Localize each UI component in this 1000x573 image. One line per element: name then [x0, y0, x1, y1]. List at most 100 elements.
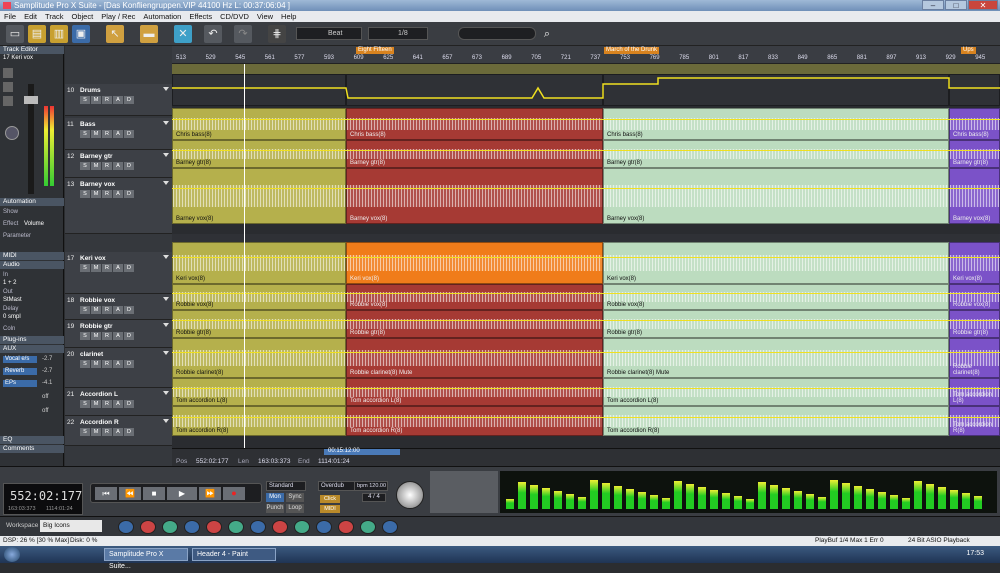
- audio-object[interactable]: Keri vox(8): [603, 242, 949, 284]
- track-editor-header[interactable]: Track Editor: [0, 46, 64, 54]
- track-automation-button[interactable]: A: [113, 190, 123, 198]
- volume-automation-line[interactable]: [172, 150, 1000, 151]
- track-menu-chevron-icon[interactable]: [163, 121, 169, 125]
- pos-value[interactable]: 552:02:177: [196, 458, 229, 465]
- monitor-button[interactable]: Mon: [266, 493, 284, 502]
- eq-header[interactable]: EQ: [0, 436, 64, 444]
- audio-object[interactable]: Robbie gtr(8): [603, 310, 949, 338]
- track-name[interactable]: Bass: [80, 121, 96, 128]
- audio-object[interactable]: Robbie vox(8): [346, 284, 603, 310]
- aux-send-2[interactable]: Reverb: [3, 368, 37, 375]
- track-mute-button[interactable]: M: [91, 400, 101, 408]
- search-icon[interactable]: ⌕: [538, 25, 556, 43]
- audio-object[interactable]: Robbie clarinet(8) Mute: [346, 338, 603, 378]
- track-lane[interactable]: Keri vox(8) Keri vox(8) Keri vox(8) Keri vo…: [172, 242, 1000, 284]
- marker-2[interactable]: March of the Drunk: [604, 47, 660, 54]
- loop-mode-icon[interactable]: [272, 520, 288, 534]
- audio-object[interactable]: Tom accordion R(8): [172, 406, 346, 436]
- midi-header[interactable]: MIDI: [0, 252, 64, 260]
- jog-wheel[interactable]: [396, 481, 424, 509]
- maximize-button[interactable]: □: [945, 0, 967, 10]
- loop-button[interactable]: Loop: [286, 504, 304, 513]
- track-menu-chevron-icon[interactable]: [163, 153, 169, 157]
- track-solo-button[interactable]: S: [80, 306, 90, 314]
- track-menu-chevron-icon[interactable]: [163, 181, 169, 185]
- track-menu-chevron-icon[interactable]: [163, 255, 169, 259]
- new-file-icon[interactable]: ▭: [6, 25, 24, 43]
- audio-object[interactable]: Barney vox(8): [172, 168, 346, 224]
- tempo-display[interactable]: bpm 120.00: [354, 481, 388, 491]
- search-input[interactable]: [458, 27, 536, 40]
- audio-object[interactable]: Tom accordion L(8): [346, 378, 603, 406]
- track-automation-button[interactable]: A: [113, 162, 123, 170]
- track-name[interactable]: Accordion R: [80, 419, 119, 426]
- marker-3[interactable]: Ups: [961, 47, 976, 54]
- mixer-icon[interactable]: [118, 520, 134, 534]
- overdub-select[interactable]: Overdub: [318, 481, 358, 491]
- audio-object[interactable]: Robbie gtr(8): [346, 310, 603, 338]
- track-automation-button[interactable]: A: [113, 332, 123, 340]
- track-record-button[interactable]: R: [102, 162, 112, 170]
- audio-object[interactable]: Tom accordion L(8): [603, 378, 949, 406]
- audio-object[interactable]: Robbie gtr(8): [949, 310, 1000, 338]
- undo-icon[interactable]: ↶: [204, 25, 222, 43]
- arrange-window[interactable]: Chris bass(8) Chris bass(8) Chris bass(8) C…: [172, 64, 1000, 448]
- comments-header[interactable]: Comments: [0, 445, 64, 453]
- track-record-button[interactable]: R: [102, 332, 112, 340]
- track-automation-button[interactable]: A: [113, 130, 123, 138]
- track-mute-button[interactable]: M: [91, 428, 101, 436]
- track-solo-button[interactable]: S: [80, 360, 90, 368]
- mouse-mode-icon[interactable]: ↖: [106, 25, 124, 43]
- midi-button[interactable]: MIDI: [320, 505, 340, 513]
- quantize-select[interactable]: 1/8: [368, 27, 428, 40]
- volume-automation-line[interactable]: [172, 388, 1000, 389]
- track-menu-chevron-icon[interactable]: [163, 351, 169, 355]
- track-lane[interactable]: Chris bass(8) Chris bass(8) Chris bass(8) C…: [172, 108, 1000, 140]
- track-automation-button[interactable]: A: [113, 428, 123, 436]
- audio-object[interactable]: Barney vox(8): [603, 168, 949, 224]
- track-automation-button[interactable]: A: [113, 306, 123, 314]
- track-mute-button[interactable]: M: [91, 96, 101, 104]
- fast-forward-icon[interactable]: ⏩: [199, 487, 221, 500]
- audio-object[interactable]: Chris bass(8): [603, 108, 949, 140]
- plugins-header[interactable]: Plug-ins: [0, 336, 64, 344]
- cut-mode-icon[interactable]: ▬: [140, 25, 158, 43]
- track-solo-button[interactable]: S: [80, 400, 90, 408]
- audio-object[interactable]: Tom accordion R(8): [346, 406, 603, 436]
- track-header[interactable]: 20 clarinet S M R A D: [65, 348, 172, 388]
- marker-icon[interactable]: [206, 520, 222, 534]
- track-lane[interactable]: Tom accordion R(8) Tom accordion R(8) Tom …: [172, 406, 1000, 436]
- menu-view[interactable]: View: [257, 11, 273, 22]
- volume-automation-line[interactable]: [172, 352, 1000, 353]
- track-dry-button[interactable]: D: [124, 332, 134, 340]
- sync-button[interactable]: Sync: [286, 493, 304, 502]
- volume-automation-line[interactable]: [172, 188, 1000, 189]
- track-mute-button[interactable]: M: [91, 264, 101, 272]
- taskbar-app-samplitude[interactable]: Samplitude Pro X Suite...: [104, 548, 188, 570]
- menu-track[interactable]: Track: [45, 11, 63, 22]
- volume-automation-line[interactable]: [172, 293, 1000, 294]
- track-automation-button[interactable]: A: [113, 360, 123, 368]
- track-name[interactable]: Robbie vox: [80, 297, 115, 304]
- len-value[interactable]: 163:03:373: [258, 458, 291, 465]
- track-solo-button[interactable]: S: [80, 96, 90, 104]
- volume-automation-line[interactable]: [172, 417, 1000, 418]
- time-signature[interactable]: 4 / 4: [362, 493, 386, 502]
- track-menu-chevron-icon[interactable]: [163, 323, 169, 327]
- audio-object[interactable]: Robbie vox(8): [603, 284, 949, 310]
- aux-send-3[interactable]: EPs: [3, 380, 37, 387]
- workspace-select[interactable]: Big Icons: [40, 520, 102, 532]
- zoom-icon[interactable]: [360, 520, 376, 534]
- menu-help[interactable]: Help: [281, 11, 296, 22]
- track-solo-button[interactable]: S: [80, 332, 90, 340]
- track-dry-button[interactable]: D: [124, 306, 134, 314]
- rewind-to-start-icon[interactable]: ⏮: [95, 487, 117, 500]
- audio-header[interactable]: Audio: [0, 261, 64, 269]
- save-icon[interactable]: ▣: [72, 25, 90, 43]
- audio-object[interactable]: Barney gtr(8): [949, 140, 1000, 168]
- volume-fader-handle[interactable]: [24, 96, 38, 104]
- crossfade-icon[interactable]: ✕: [174, 25, 192, 43]
- track-mute-button[interactable]: M: [91, 306, 101, 314]
- playback-icon[interactable]: [162, 520, 178, 534]
- punch-button[interactable]: Punch: [266, 504, 284, 513]
